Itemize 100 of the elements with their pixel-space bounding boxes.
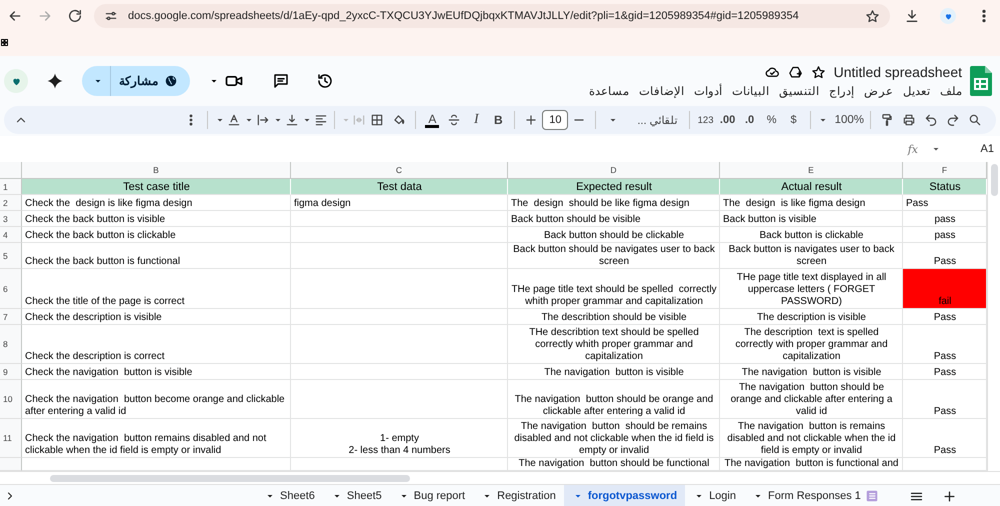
share-button[interactable]: مشاركة <box>82 66 190 96</box>
column-letter[interactable]: D <box>508 162 720 179</box>
column-letter[interactable]: F <box>903 162 987 179</box>
increase-decimals-button[interactable]: .00 <box>716 109 739 131</box>
row-number[interactable]: 10 <box>0 380 22 419</box>
tune-icon[interactable] <box>104 9 118 23</box>
table-cell: Pass <box>903 364 987 380</box>
number-format-button[interactable]: 123 <box>694 109 717 131</box>
add-sheet-icon[interactable] <box>942 488 957 504</box>
address-bar[interactable]: docs.google.com/spreadsheets/d/1aEy-qpd_2yxcC-TXQCU3YJwEUfDQjbqxKTMAVJtJLLY/edit?pli=1&gid=1205989354#gid=1205989354 <box>94 4 890 28</box>
star-icon[interactable] <box>865 8 880 24</box>
sheet-tab[interactable]: Login <box>685 485 744 506</box>
column-letter[interactable]: C <box>291 162 508 179</box>
table-cell: Check the title of the page is correct <box>22 269 291 309</box>
row-number[interactable]: 11 <box>0 419 22 458</box>
table-cell: Pass <box>903 309 987 325</box>
name-box[interactable]: A1 <box>954 143 994 155</box>
row-number[interactable]: 7 <box>0 309 22 325</box>
text-color-button[interactable]: A <box>421 109 444 131</box>
table-cell: Back button should be visible <box>508 211 720 227</box>
merge-cells-icon[interactable] <box>352 113 366 127</box>
table-cell: The design should be like figma design <box>508 195 720 211</box>
sheet-tab[interactable]: forgotvpassword <box>564 485 686 506</box>
sheet-tab[interactable]: Form Responses 1 <box>744 485 887 506</box>
row-number[interactable]: 9 <box>0 364 22 380</box>
table-cell: THe page title text should be spelled correctly whith proper grammar and capitalization <box>508 269 720 309</box>
table-cell: The navigation button is remains disabled and not clickable when the id field is empty or invalid <box>720 419 903 458</box>
menu-item[interactable]: مساعدة <box>589 84 629 98</box>
column-letter[interactable]: B <box>22 162 291 179</box>
menu-item[interactable]: عرض <box>864 84 893 98</box>
text-rotation-icon <box>227 113 242 127</box>
drive-plus-icon[interactable] <box>788 64 803 80</box>
vertical-align-icon <box>285 113 300 127</box>
reload-icon[interactable] <box>67 8 83 24</box>
menu-item[interactable]: الإضافات <box>639 84 684 98</box>
formula-label: fx <box>908 142 918 156</box>
undo-icon <box>924 113 938 127</box>
table-cell: Check the navigation button is visible <box>22 364 291 380</box>
zoom-dropdown[interactable]: 100% <box>816 109 865 131</box>
row-number[interactable]: 3 <box>0 211 22 227</box>
column-header: Test data <box>291 179 508 195</box>
cloud-check-icon[interactable] <box>764 64 780 80</box>
table-cell: THe describtion text should be spelled correctly whith proper grammar and capitalization <box>508 325 720 364</box>
table-cell: Check the back button is functional <box>22 243 291 269</box>
column-letter[interactable]: E <box>720 162 903 179</box>
row-number[interactable]: 5 <box>0 243 22 269</box>
row-number[interactable]: 6 <box>0 269 22 309</box>
column-header: Status <box>903 179 987 195</box>
decrease-decimals-button[interactable]: .0 <box>738 109 761 131</box>
row-number[interactable]: 8 <box>0 325 22 364</box>
italic-button[interactable]: I <box>465 109 488 131</box>
row-number[interactable]: 2 <box>0 195 22 211</box>
sheet-tab[interactable]: Sheet5 <box>322 485 390 506</box>
url-text: docs.google.com/spreadsheets/d/1aEy-qpd_2yxcC-TXQCU3YJwEUfDQjbqxKTMAVJtJLLY/edit?pli=1&gid=1205989354#gid=1205989354 <box>128 10 800 22</box>
vertical-scrollbar[interactable] <box>987 162 1000 471</box>
heart-icon <box>944 12 952 20</box>
table-cell: Check the navigation button become orange and clickable after entering a valid id <box>22 380 291 419</box>
horizontal-scrollbar[interactable] <box>0 471 1000 484</box>
font-size-field[interactable]: 10 <box>542 110 568 130</box>
sheet-tab[interactable]: Sheet6 <box>256 485 323 506</box>
download-icon[interactable] <box>904 8 920 24</box>
comment-icon[interactable] <box>272 72 290 90</box>
table-cell: Check the description is visible <box>22 309 291 325</box>
sheet-tab[interactable]: Registration <box>473 485 564 506</box>
table-cell: fail <box>903 269 987 309</box>
plus-icon <box>524 113 538 127</box>
history-icon[interactable] <box>316 72 334 90</box>
form-icon <box>864 489 879 503</box>
menu-item[interactable]: التنسيق <box>779 84 819 98</box>
menu-item[interactable]: البيانات <box>732 84 769 98</box>
table-cell: Pass <box>903 419 987 458</box>
spreadsheet-logo-icon[interactable] <box>970 66 992 96</box>
currency-button[interactable]: $ <box>782 109 805 131</box>
percent-button[interactable]: % <box>760 109 783 131</box>
row-number[interactable]: 4 <box>0 227 22 243</box>
table-cell: The description is visible <box>720 309 903 325</box>
row-number[interactable]: 1 <box>0 179 22 195</box>
search-icon <box>968 113 982 127</box>
bold-button[interactable]: B <box>487 109 510 131</box>
font-dropdown[interactable]: تلقائي ... <box>601 109 684 131</box>
menu-item[interactable]: تعديل <box>903 84 930 98</box>
document-title[interactable]: Untitled spreadsheet <box>834 64 962 80</box>
table-cell: Check the back button is clickable <box>22 227 291 243</box>
table-cell: Pass <box>903 325 987 364</box>
align-left-icon <box>314 113 328 127</box>
star-icon[interactable] <box>810 64 826 80</box>
menu-item[interactable]: أدوات <box>694 84 722 98</box>
table-cell: The design is like figma design <box>720 195 903 211</box>
table-cell: Back button should be navigates user to back screen <box>508 243 720 269</box>
profile-avatar[interactable] <box>4 69 28 93</box>
sparkle-icon[interactable] <box>46 72 64 90</box>
table-cell: The description text is spelled correctly with proper grammar and capitalization <box>720 325 903 364</box>
table-cell: Check the design is like figma design <box>22 195 291 211</box>
profile-avatar[interactable] <box>940 8 956 24</box>
borders-icon <box>370 113 384 127</box>
sheet-tab[interactable]: Bug report <box>390 485 474 506</box>
menu-item[interactable]: إدراج <box>829 84 854 98</box>
table-cell: Back button is visible <box>720 211 903 227</box>
redo-icon <box>946 113 960 127</box>
menu-item[interactable]: ملف <box>940 84 962 98</box>
